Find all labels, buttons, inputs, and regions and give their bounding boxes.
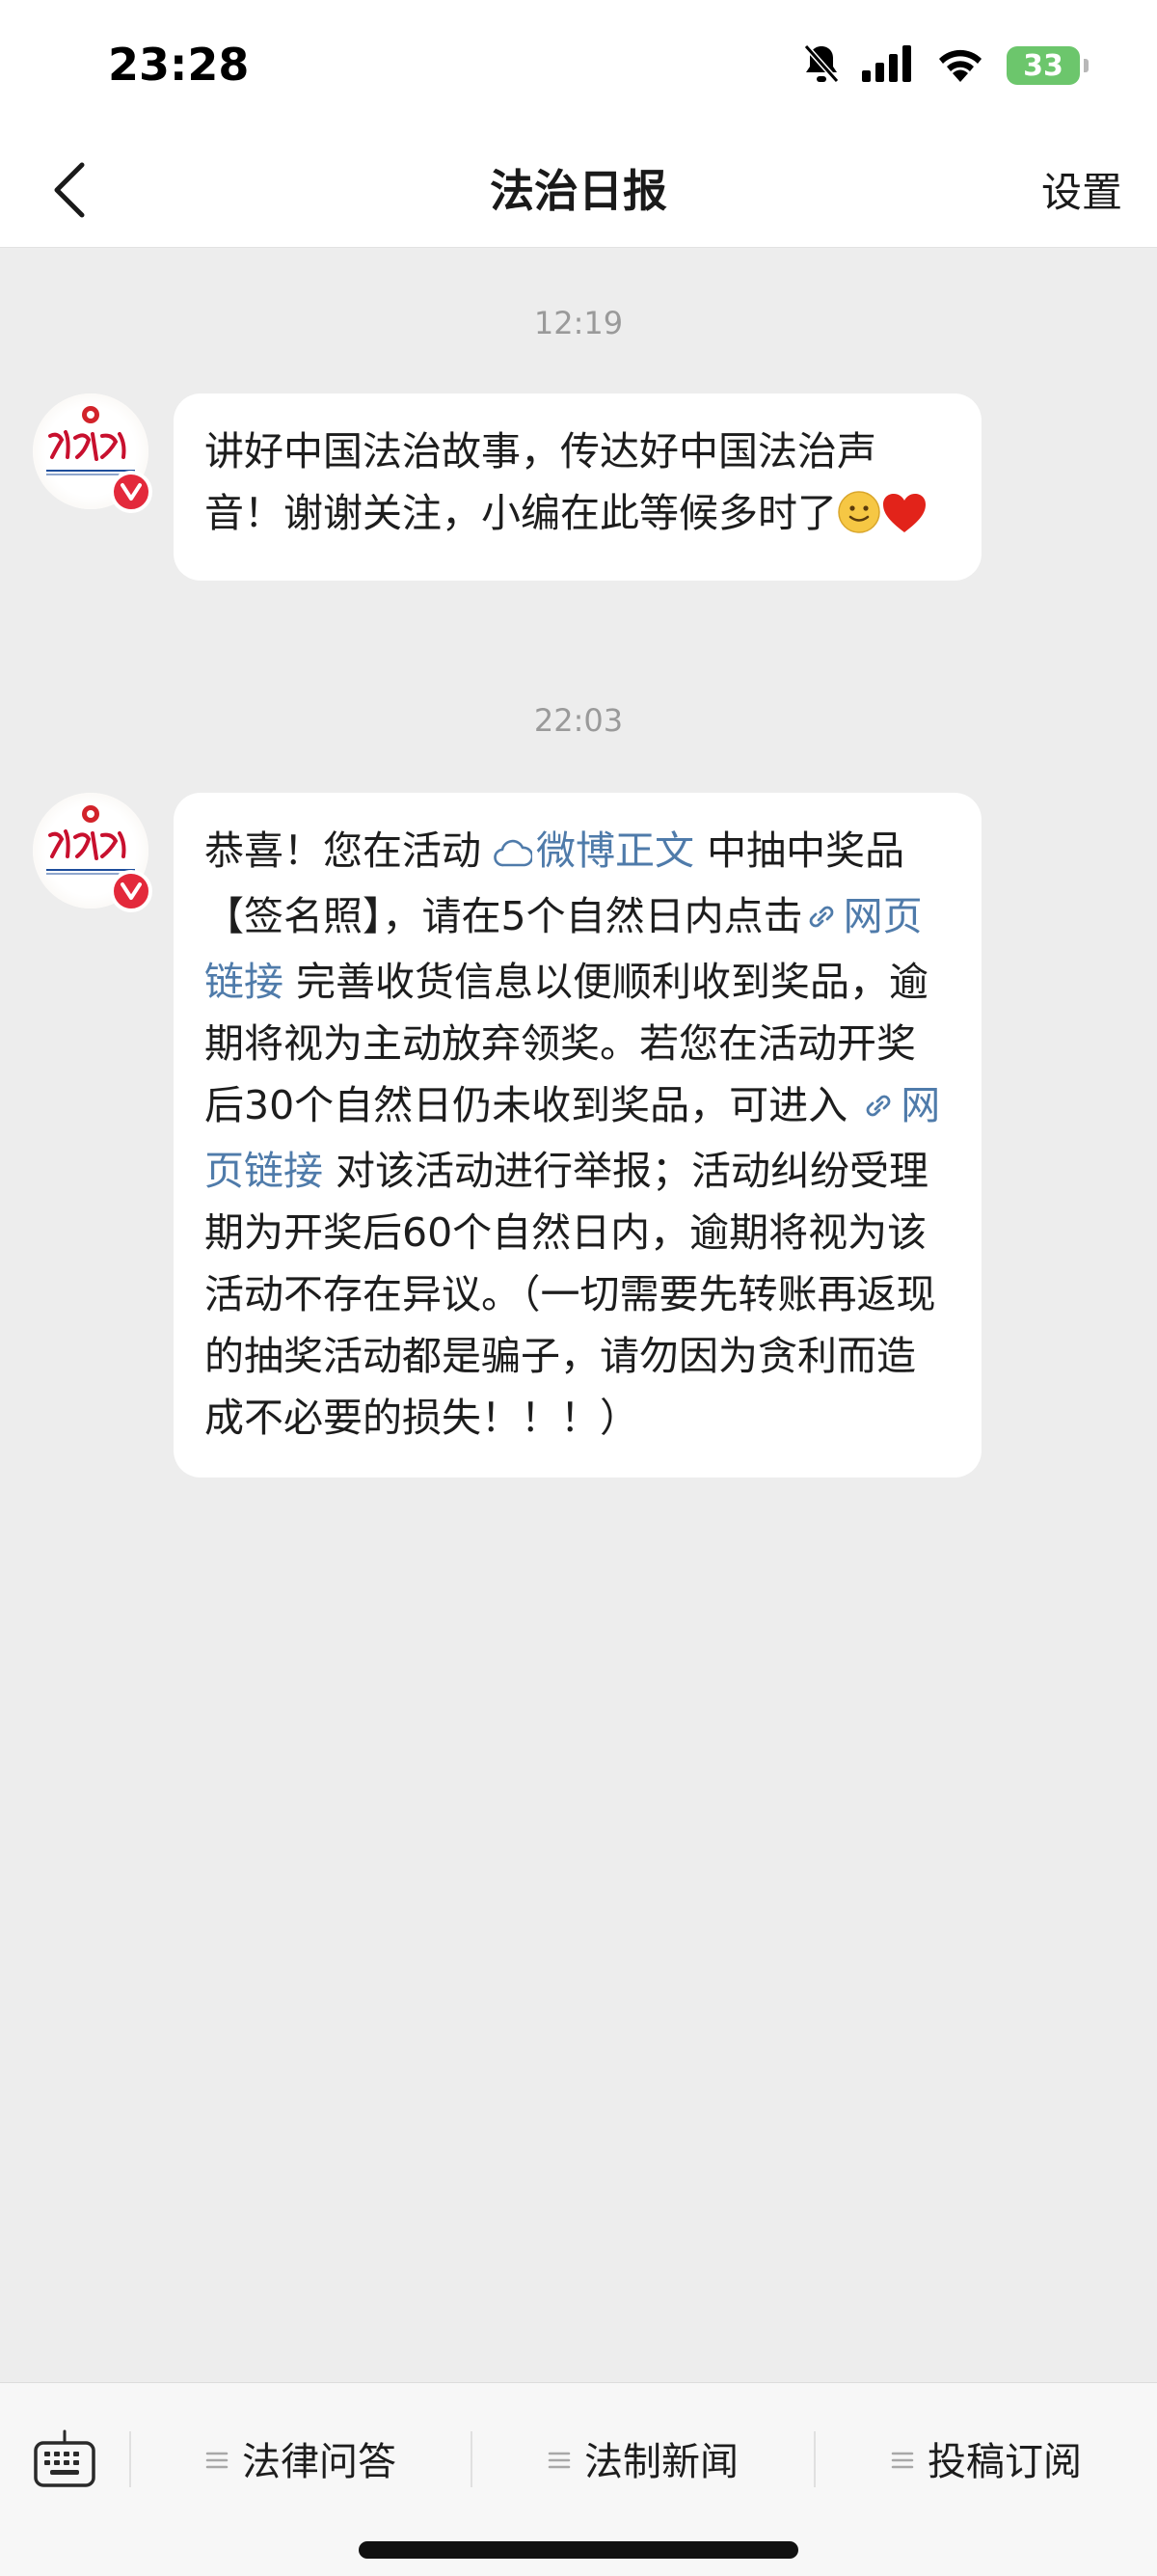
verified-badge-icon [110, 471, 152, 513]
message-row: 恭喜！您在活动 微博正文 中抽中奖品【签名照】，请在5个自然日内点击 网页链接 完… [33, 793, 997, 1776]
red-heart-emoji-icon [881, 490, 928, 552]
weibo-post-link[interactable]: 微博正文 [494, 827, 694, 874]
menu-item-legal-qa[interactable]: 法律问答 [131, 2412, 471, 2505]
chat-area[interactable]: 12:19 讲好中国法治故事，传达好中国法治声音！谢谢关注，小编在此等候多时了 [0, 247, 1157, 2382]
page-title: 法治日报 [490, 165, 667, 217]
menu-lines-icon [548, 2436, 571, 2481]
message-bubble[interactable]: 讲好中国法治故事，传达好中国法治声音！谢谢关注，小编在此等候多时了 [174, 393, 982, 581]
signal-icon [862, 45, 914, 86]
status-icons: 33 [802, 42, 1089, 89]
battery-icon: 33 [1007, 46, 1089, 85]
menu-item-label: 投稿订阅 [928, 2440, 1082, 2484]
smile-emoji-icon [837, 490, 881, 552]
message-row: 讲好中国法治故事，传达好中国法治声音！谢谢关注，小编在此等候多时了 [33, 393, 997, 625]
bottom-menu-bar: 法律问答 法制新闻 投稿订阅 [0, 2382, 1157, 2576]
menu-lines-icon [891, 2436, 914, 2481]
avatar[interactable] [33, 393, 152, 513]
menu-lines-icon [205, 2436, 229, 2481]
menu-item-legal-news[interactable]: 法制新闻 [472, 2412, 814, 2505]
weibo-cloud-icon [494, 824, 534, 885]
wifi-icon [935, 45, 985, 86]
nav-bar: 法治日报 设置 [0, 133, 1157, 248]
home-indicator[interactable] [359, 2541, 798, 2559]
menu-item-submit-subscribe[interactable]: 投稿订阅 [816, 2412, 1157, 2505]
bell-muted-icon [802, 42, 841, 89]
message-text-part: 完善收货信息以便顺利收到奖品，逾期将视为主动放弃领奖。若您在活动开奖后30个自然… [204, 959, 929, 1128]
message-text: 恭喜！您在活动 微博正文 中抽中奖品【签名照】，请在5个自然日内点击 网页链接 完… [204, 820, 951, 1449]
keyboard-icon [34, 2429, 95, 2487]
message-text: 讲好中国法治故事，传达好中国法治声音！谢谢关注，小编在此等候多时了 [204, 420, 951, 552]
weibo-post-link-label: 微博正文 [536, 827, 695, 874]
verified-badge-icon [110, 870, 152, 912]
message-text-part: 恭喜！您在活动 [204, 827, 481, 874]
keyboard-toggle-button[interactable] [29, 2424, 100, 2495]
link-icon [803, 889, 840, 951]
battery-cap [1084, 59, 1089, 72]
settings-button[interactable]: 设置 [1041, 160, 1122, 219]
link-icon [860, 1078, 897, 1140]
message-bubble[interactable]: 恭喜！您在活动 微博正文 中抽中奖品【签名照】，请在5个自然日内点击 网页链接 完… [174, 793, 982, 1478]
battery-level: 33 [1023, 48, 1063, 83]
message-timestamp: 22:03 [533, 702, 624, 739]
message-text-part: 讲好中国法治故事，传达好中国法治声音！谢谢关注，小编在此等候多时了 [204, 428, 876, 536]
menu-item-label: 法律问答 [242, 2440, 396, 2484]
menu-item-label: 法制新闻 [584, 2440, 739, 2484]
status-bar: 23:28 33 [0, 0, 1157, 133]
message-timestamp: 12:19 [533, 305, 624, 341]
avatar[interactable] [33, 793, 152, 912]
status-time: 23:28 [108, 39, 250, 91]
